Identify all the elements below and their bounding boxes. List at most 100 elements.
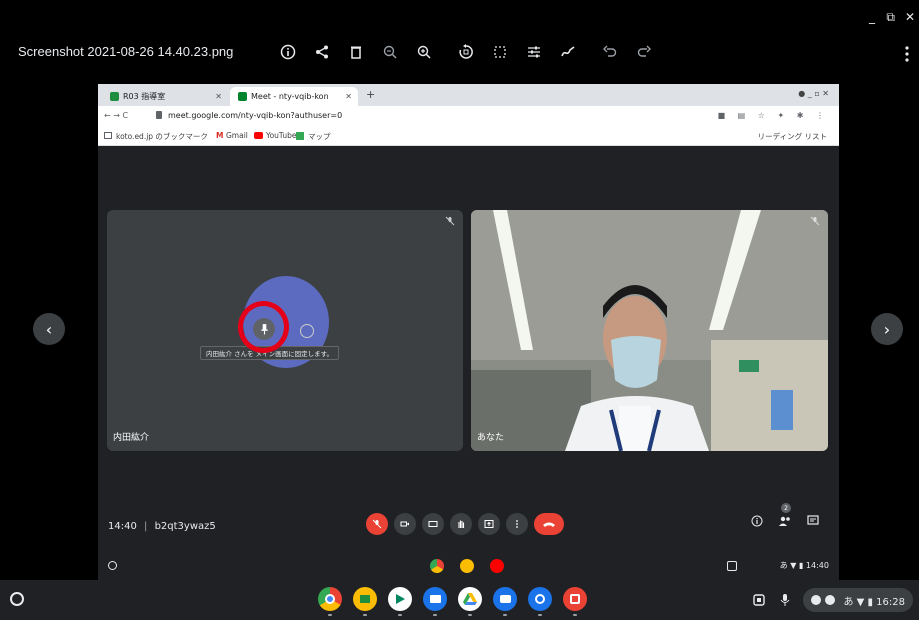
- chrome-app-icon[interactable]: [318, 587, 342, 616]
- url-field[interactable]: meet.google.com/nty-vqib-kon?authuser=0: [168, 111, 342, 120]
- inner-shelf: あ ▼ ▮ 14:40: [98, 554, 839, 580]
- present-button[interactable]: [478, 513, 500, 535]
- more-options-button[interactable]: [506, 513, 528, 535]
- chat-icon: [807, 515, 819, 525]
- dictation-icon[interactable]: [777, 592, 793, 608]
- next-image-button[interactable]: ›: [871, 313, 903, 345]
- participant-name: あなた: [477, 433, 505, 443]
- leave-call-button[interactable]: [534, 513, 564, 535]
- files-app-icon[interactable]: [423, 587, 447, 616]
- chat-button[interactable]: [805, 513, 821, 529]
- close-tab-icon[interactable]: ✕: [215, 92, 222, 101]
- self-video-tile[interactable]: あなた: [471, 210, 828, 451]
- camera-app-icon[interactable]: [528, 587, 552, 616]
- close-tab-icon[interactable]: ✕: [345, 92, 352, 101]
- new-tab-icon[interactable]: +: [366, 88, 375, 101]
- meet-side-controls: 2: [737, 503, 821, 529]
- bookmark-koto[interactable]: koto.ed.jp のブックマーク: [116, 131, 208, 142]
- mic-off-icon: [372, 519, 382, 529]
- captions-button[interactable]: [422, 513, 444, 535]
- participant-tile[interactable]: 内田紘介 さんを メイン画面に固定します。 内田紘介: [107, 210, 463, 451]
- info-icon[interactable]: [276, 40, 300, 64]
- address-bar: ← → C meet.google.com/nty-vqib-kon?authu…: [98, 106, 839, 128]
- classroom-icon: [460, 559, 474, 573]
- mic-toggle-button[interactable]: [366, 513, 388, 535]
- delete-icon[interactable]: [344, 40, 368, 64]
- gmail-icon: M: [216, 131, 224, 140]
- meeting-code: b2qt3ywaz5: [154, 521, 216, 532]
- gallery-tools: [276, 40, 666, 64]
- tab-r03[interactable]: R03 指導室 ✕: [102, 87, 228, 106]
- close-button[interactable]: ✕: [905, 10, 915, 24]
- extension-icons[interactable]: ■ ▤ ☆ ✦ ✱ ⋮: [718, 111, 829, 120]
- record-icon: [811, 595, 822, 605]
- system-status: あ ▼ ▮ 16:28: [843, 596, 905, 608]
- people-button[interactable]: 2: [777, 503, 793, 529]
- nav-buttons[interactable]: ← → C: [104, 111, 128, 120]
- lock-icon: [156, 111, 162, 119]
- info-icon: [751, 515, 763, 527]
- bookmark-gmail[interactable]: Gmail: [226, 131, 248, 140]
- classroom-icon: [110, 92, 119, 101]
- gallery-toolbar: Screenshot 2021-08-26 14.40.23.png _ ⧉ ✕: [0, 0, 919, 84]
- inner-status-tray: あ ▼ ▮ 14:40: [779, 561, 829, 570]
- meeting-details-button[interactable]: [749, 513, 765, 529]
- more-menu-icon[interactable]: [901, 44, 913, 64]
- screen: Screenshot 2021-08-26 14.40.23.png _ ⧉ ✕…: [0, 0, 919, 620]
- status-tray: あ ▼ ▮ 16:28: [751, 588, 913, 612]
- camera-icon: [400, 521, 409, 527]
- present-icon: [484, 520, 494, 528]
- adjust-icon[interactable]: [522, 40, 546, 64]
- launcher-icon: [108, 561, 117, 570]
- previous-image-button[interactable]: ‹: [33, 313, 65, 345]
- app-dock: [318, 587, 598, 616]
- tab-meet[interactable]: Meet - nty-vqib-kon ✕: [230, 87, 358, 106]
- maps-icon: [296, 132, 304, 140]
- raise-hand-button[interactable]: [450, 513, 472, 535]
- camera-toggle-button[interactable]: [394, 513, 416, 535]
- classroom-app-icon[interactable]: [353, 587, 377, 616]
- maximize-button[interactable]: ⧉: [886, 10, 895, 25]
- meet-window: 内田紘介 さんを メイン画面に固定します。 内田紘介 あなた 14:40 | b…: [98, 146, 839, 580]
- call-controls: [366, 513, 570, 535]
- rotate-icon[interactable]: [454, 40, 478, 64]
- quick-settings-button[interactable]: あ ▼ ▮ 16:28: [803, 588, 913, 612]
- meeting-time: 14:40: [108, 521, 137, 532]
- more-vert-icon: [516, 520, 518, 528]
- drive-app-icon[interactable]: [458, 587, 482, 616]
- notification-icon: [825, 595, 836, 605]
- zoom-in-icon[interactable]: [412, 40, 436, 64]
- tab-label: Meet - nty-vqib-kon: [251, 92, 329, 101]
- share-icon[interactable]: [310, 40, 334, 64]
- file-title: Screenshot 2021-08-26 14.40.23.png: [18, 44, 234, 59]
- zoom-out-icon[interactable]: [378, 40, 402, 64]
- bookmark-youtube[interactable]: YouTube: [266, 131, 297, 140]
- people-icon: [779, 516, 790, 526]
- holding-space-icon[interactable]: [751, 592, 767, 608]
- browser-tab-strip: R03 指導室 ✕ Meet - nty-vqib-kon ✕ + ● _ ▫ …: [98, 84, 839, 106]
- screenshot-image: R03 指導室 ✕ Meet - nty-vqib-kon ✕ + ● _ ▫ …: [98, 84, 839, 580]
- browser-window-controls[interactable]: ● _ ▫ ✕: [798, 89, 829, 98]
- meet-app-icon[interactable]: [493, 587, 517, 616]
- apps-icon: [104, 132, 112, 139]
- tab-label: R03 指導室: [123, 92, 166, 101]
- video-feed: [471, 210, 828, 451]
- highlight-circle: [238, 301, 289, 353]
- meet-icon: [238, 92, 247, 101]
- hang-up-icon: [543, 522, 555, 527]
- remove-icon[interactable]: [300, 324, 314, 338]
- reading-list[interactable]: リーディング リスト: [758, 131, 827, 142]
- separator: |: [144, 521, 148, 532]
- crop-icon[interactable]: [488, 40, 512, 64]
- redo-icon[interactable]: [632, 40, 656, 64]
- annotate-icon[interactable]: [556, 40, 580, 64]
- bookmarks-bar: koto.ed.jp のブックマーク M Gmail YouTube マップ リ…: [98, 128, 839, 146]
- bookmark-maps[interactable]: マップ: [308, 131, 331, 142]
- launcher-button[interactable]: [10, 592, 24, 606]
- gallery-app-icon[interactable]: [563, 587, 587, 616]
- minimize-button[interactable]: _: [869, 10, 875, 24]
- undo-icon[interactable]: [598, 40, 622, 64]
- youtube-icon: [490, 559, 504, 573]
- participant-name: 内田紘介: [113, 433, 150, 443]
- play-store-app-icon[interactable]: [388, 587, 412, 616]
